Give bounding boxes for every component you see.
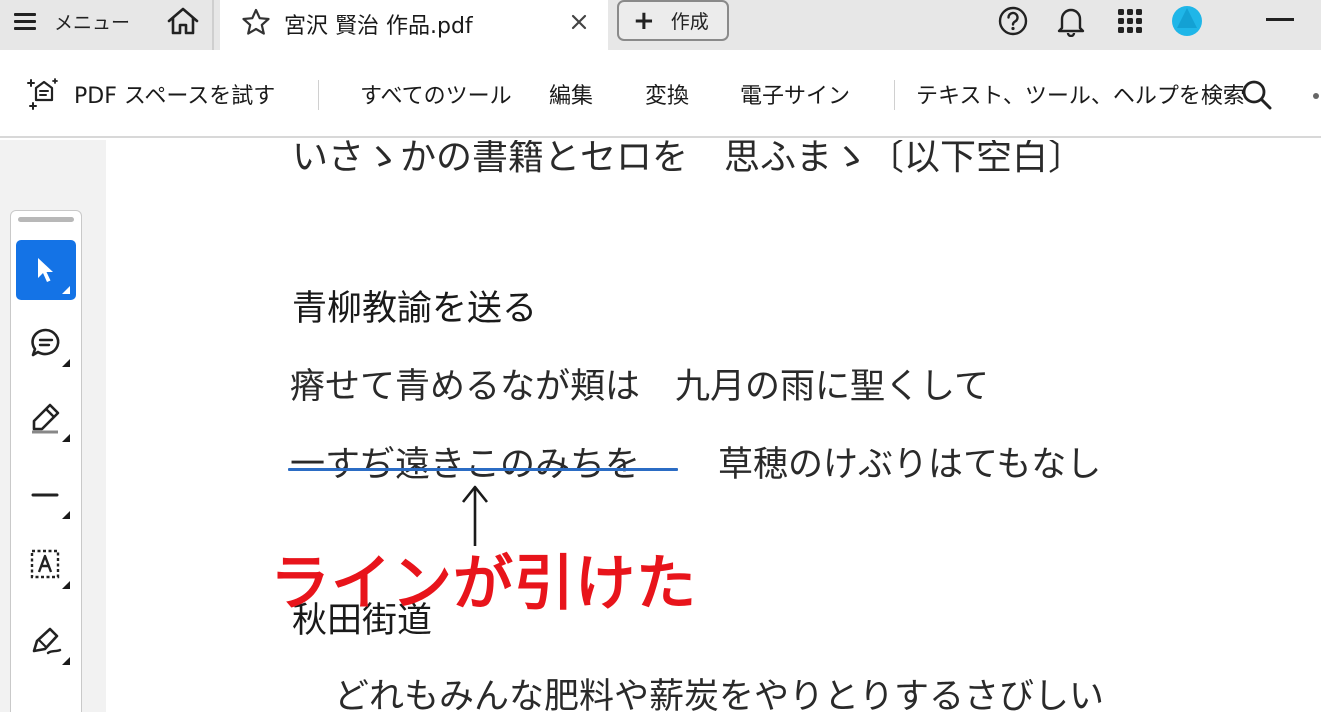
comment-tool[interactable] <box>16 313 76 373</box>
comment-icon <box>31 328 60 357</box>
drag-handle[interactable] <box>18 217 74 222</box>
avatar-icon[interactable] <box>1169 3 1205 39</box>
search-icon[interactable] <box>1241 79 1273 111</box>
annotation-callout: ラインが引けた <box>270 549 697 619</box>
underlined-text: 一すぢ遠きこのみちを <box>290 445 641 485</box>
line-icon <box>31 493 59 497</box>
bell-icon[interactable] <box>1053 3 1089 39</box>
tab-title: 宮沢 賢治 作品.pdf <box>284 14 473 39</box>
menu-button[interactable]: メニュー <box>12 6 130 36</box>
plus-icon: + <box>633 5 655 36</box>
convert-button[interactable]: 変換 <box>645 78 689 110</box>
overflow-dot-icon[interactable] <box>1313 93 1319 99</box>
try-pdf-space-button[interactable]: PDF スペースを試す <box>74 78 275 110</box>
line-tool[interactable] <box>16 465 76 525</box>
create-button[interactable]: + 作成 <box>617 0 729 41</box>
cursor-icon <box>38 258 53 282</box>
minimize-icon[interactable] <box>1266 18 1294 21</box>
help-icon[interactable] <box>995 3 1031 39</box>
draw-tool[interactable] <box>16 611 76 671</box>
edit-button[interactable]: 編集 <box>549 78 593 110</box>
document-tab[interactable]: 宮沢 賢治 作品.pdf <box>220 0 608 50</box>
underline-annotation[interactable] <box>288 468 678 471</box>
text-box-tool[interactable] <box>16 535 76 595</box>
document-text-line: どれもみんな肥料や薪炭をやりとりするさびしい <box>334 677 1105 712</box>
document-text-line: 草穂のけぶりはてもなし <box>718 445 1102 485</box>
toolbar-divider <box>894 80 895 110</box>
ai-sparkle-icon <box>27 78 58 110</box>
document-page: いさゝかの書籍とセロを 思ふまゝ〔以下空白〕 青柳教諭を送る 瘠せて青めるなが頬… <box>106 140 1321 712</box>
poem-heading: 青柳教諭を送る <box>292 289 538 329</box>
text-box-icon <box>30 549 60 579</box>
search-field[interactable]: テキスト、ツール、ヘルプを検索 <box>916 78 1245 110</box>
menu-label: メニュー <box>54 11 131 34</box>
document-text-line: 瘠せて青めるなが頬は 九月の雨に聖くして <box>290 367 989 407</box>
toolbar: PDF スペースを試す すべてのツール 編集 変換 電子サイン テキスト、ツール… <box>0 50 1321 138</box>
more-tools-icon[interactable]: … <box>31 705 57 712</box>
tab-divider <box>212 0 214 50</box>
tool-rail: … <box>10 210 82 712</box>
star-icon[interactable] <box>240 8 272 36</box>
title-bar: メニュー 宮沢 賢治 作品.pdf + 作成 <box>0 0 1321 50</box>
home-icon <box>167 7 199 35</box>
highlight-tool[interactable] <box>16 388 76 448</box>
pen-icon <box>32 627 62 655</box>
esign-button[interactable]: 電子サイン <box>740 78 850 110</box>
home-button[interactable] <box>163 4 203 38</box>
document-text-line: いさゝかの書籍とセロを 思ふまゝ〔以下空白〕 <box>292 140 1085 178</box>
all-tools-button[interactable]: すべてのツール <box>360 78 512 110</box>
highlighter-icon <box>32 403 60 434</box>
apps-icon[interactable] <box>1112 3 1148 39</box>
create-label: 作成 <box>670 11 709 33</box>
menu-icon <box>12 11 38 31</box>
select-tool[interactable] <box>16 240 76 300</box>
toolbar-divider <box>318 80 319 110</box>
close-icon[interactable] <box>566 8 592 36</box>
